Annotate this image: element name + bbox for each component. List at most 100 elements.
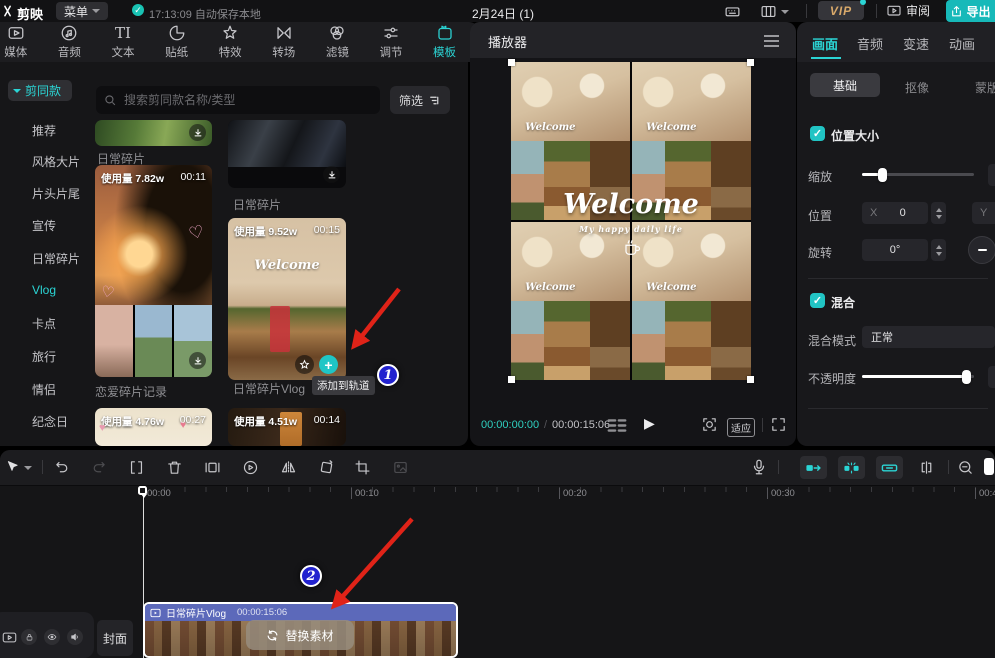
vip-button[interactable]: VIP	[818, 1, 864, 20]
crop-icon[interactable]	[354, 459, 371, 476]
position-y-input[interactable]: Y	[972, 202, 995, 224]
position-size-checkbox[interactable]: ✓	[810, 126, 825, 141]
selection-handle[interactable]	[747, 376, 754, 383]
video-preview[interactable]: Welcome Welcome Welcome Welcome Welcome …	[511, 62, 751, 380]
opacity-slider-handle[interactable]	[962, 370, 971, 384]
freeze-frame-icon[interactable]	[204, 459, 221, 476]
sidebar-item-beat[interactable]: 卡点	[32, 315, 56, 332]
template-card[interactable]: 使用量 4.51w 00:14	[228, 408, 346, 446]
template-card[interactable]: 使用量 7.82w 00:11 ♡ ♡	[95, 165, 212, 377]
download-icon[interactable]	[189, 352, 206, 369]
review-button[interactable]: 审阅	[886, 2, 930, 19]
play-button[interactable]: ▶	[644, 415, 655, 432]
select-tool-icon[interactable]	[6, 460, 21, 475]
selection-handle[interactable]	[747, 59, 754, 66]
linkage-toggle[interactable]	[876, 456, 903, 479]
template-card[interactable]: 使用量 4.76w 00:27 ♥ ♥	[95, 408, 212, 446]
filter-button[interactable]: 筛选	[390, 86, 450, 114]
shortcut-keyboard-button[interactable]	[724, 3, 741, 20]
subtab-mask[interactable]: 蒙版	[975, 79, 995, 96]
split-icon[interactable]	[128, 459, 145, 476]
scale-slider-handle[interactable]	[878, 168, 887, 182]
ribbon-tab-media[interactable]: 媒体	[0, 22, 43, 62]
redo-icon[interactable]	[90, 459, 107, 476]
template-card[interactable]	[95, 120, 212, 146]
position-x-input[interactable]: X 0	[862, 202, 928, 224]
sidebar-item-intro-outro[interactable]: 片头片尾	[32, 185, 80, 202]
record-voiceover-icon[interactable]	[750, 458, 768, 476]
favorite-star-button[interactable]	[295, 355, 314, 374]
ribbon-tab-adjust[interactable]: 调节	[364, 22, 418, 62]
download-icon[interactable]	[189, 124, 206, 141]
search-input[interactable]	[122, 92, 346, 108]
subtab-basic[interactable]: 基础	[810, 73, 880, 97]
track-lock-button[interactable]	[21, 629, 37, 645]
track-mute-button[interactable]	[67, 629, 83, 645]
sidebar-item-recommend[interactable]: 推荐	[32, 122, 56, 139]
template-card[interactable]: 使用量 9.52w 00:15 Welcome +	[228, 218, 346, 380]
sidebar-item-vlog[interactable]: Vlog	[32, 283, 56, 297]
auto-snap-toggle[interactable]	[800, 456, 827, 479]
tab-animation[interactable]: 动画	[949, 34, 975, 53]
scale-slider[interactable]	[862, 173, 974, 176]
ribbon-tab-filter[interactable]: 滤镜	[311, 22, 365, 62]
ribbon-tab-audio[interactable]: 音频	[43, 22, 97, 62]
template-card[interactable]	[228, 120, 346, 188]
rotate-value-input[interactable]: 0°	[862, 239, 928, 261]
sidebar-item-promo[interactable]: 宣传	[32, 217, 56, 234]
search-bar[interactable]	[96, 86, 380, 114]
rotate-stepper[interactable]	[931, 239, 946, 261]
fullscreen-icon[interactable]	[770, 416, 787, 433]
menu-button[interactable]: 菜单	[56, 2, 108, 20]
download-icon[interactable]	[323, 166, 340, 183]
quality-icon[interactable]	[606, 418, 628, 433]
selection-handle[interactable]	[508, 59, 515, 66]
opacity-slider[interactable]	[862, 375, 974, 378]
smart-tool-icon[interactable]	[392, 459, 409, 476]
sidebar-item-style[interactable]: 风格大片	[32, 153, 80, 170]
track-visibility-button[interactable]	[44, 629, 60, 645]
sidebar-item-couple[interactable]: 情侣	[32, 381, 56, 398]
tab-audio[interactable]: 音频	[857, 34, 883, 53]
timeline-tracks[interactable]: 封面 日常碎片Vlog 00:00:15:06 替换素材	[0, 505, 995, 658]
cover-button[interactable]: 封面	[97, 620, 133, 656]
sidebar-item-daily[interactable]: 日常碎片	[32, 250, 80, 267]
undo-icon[interactable]	[54, 459, 71, 476]
blend-checkbox[interactable]: ✓	[810, 293, 825, 308]
selection-handle[interactable]	[508, 376, 515, 383]
add-to-track-button[interactable]: +	[319, 355, 338, 374]
player-title: 播放器	[488, 32, 527, 51]
ribbon-tab-transition[interactable]: 转场	[257, 22, 311, 62]
ribbon-tab-text[interactable]: TI 文本	[96, 22, 150, 62]
timeline-zoom-slider-handle[interactable]	[984, 458, 994, 475]
link-preview-toggle[interactable]	[838, 456, 865, 479]
ribbon-tab-effects[interactable]: 特效	[203, 22, 257, 62]
preview-quality-focus-icon[interactable]	[701, 416, 718, 433]
delete-icon[interactable]	[166, 459, 183, 476]
sidebar-item-root[interactable]: 剪同款	[8, 80, 72, 101]
layout-switch-button[interactable]	[760, 3, 789, 20]
track-split-icon[interactable]	[918, 459, 935, 476]
subtab-cutout[interactable]: 抠像	[905, 79, 929, 96]
tab-speed[interactable]: 变速	[903, 34, 929, 53]
ribbon-tab-sticker[interactable]: 贴纸	[150, 22, 204, 62]
ribbon-tab-template[interactable]: 模板	[418, 22, 472, 62]
blend-mode-select[interactable]: 正常	[862, 326, 995, 348]
fit-button[interactable]: 适应	[727, 418, 755, 437]
rotate-clip-icon[interactable]	[318, 459, 335, 476]
mirror-icon[interactable]	[280, 459, 297, 476]
sidebar-item-travel[interactable]: 旅行	[32, 348, 56, 365]
position-x-stepper[interactable]	[931, 202, 946, 224]
tab-picture[interactable]: 画面	[812, 34, 838, 53]
player-menu-icon[interactable]	[764, 35, 779, 47]
zoom-out-icon[interactable]	[957, 459, 974, 476]
rotate-dial[interactable]	[968, 236, 995, 264]
sidebar-item-anniversary[interactable]: 纪念日	[32, 413, 68, 430]
replace-material-button[interactable]: 替换素材	[246, 620, 354, 650]
reverse-play-icon[interactable]	[242, 459, 259, 476]
scale-value-input[interactable]	[988, 164, 995, 186]
select-tool-dropdown-icon[interactable]	[24, 466, 32, 470]
export-button[interactable]: 导出	[946, 0, 995, 22]
opacity-value-input[interactable]	[988, 366, 995, 388]
playhead-line[interactable]	[143, 486, 144, 658]
